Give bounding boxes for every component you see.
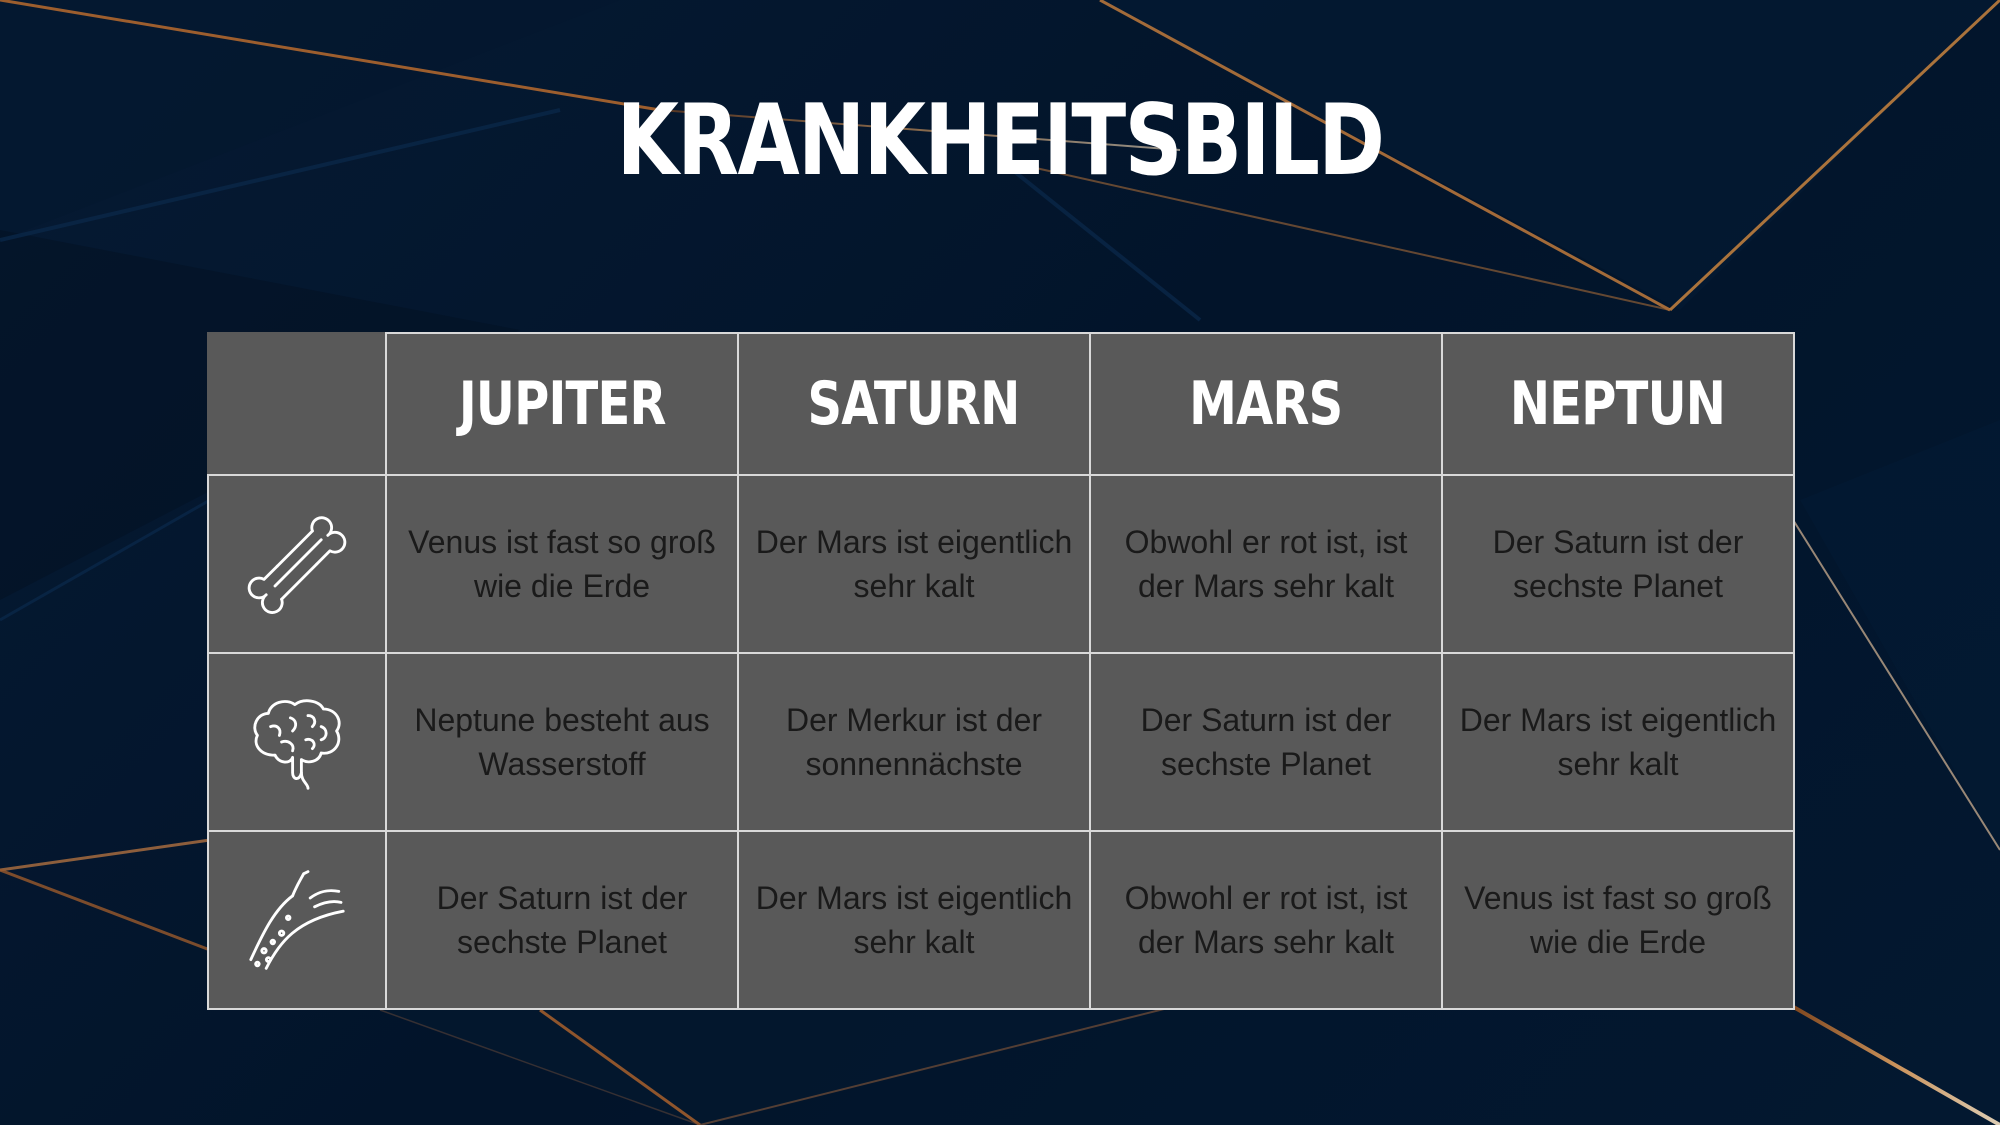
- cell-text: Obwohl er rot ist, ist der Mars sehr kal…: [1124, 524, 1408, 604]
- table-cell: Der Mars ist eigentlich sehr kalt: [1441, 652, 1795, 832]
- cell-text: Der Mars ist eigentlich sehr kalt: [1459, 702, 1777, 782]
- row-icon-cell: [207, 830, 387, 1010]
- table-cell: Der Merkur ist der sonnennächste: [737, 652, 1091, 832]
- cell-text: Der Saturn ist der sechste Planet: [1140, 702, 1392, 782]
- column-header-label: NEPTUN: [1510, 369, 1726, 439]
- table-cell: Venus ist fast so groß wie die Erde: [385, 474, 739, 654]
- slide-title: KRANKHEITSBILD: [616, 84, 1385, 198]
- table-cell: Der Saturn ist der sechste Planet: [1441, 474, 1795, 654]
- slide: KRANKHEITSBILD JUPITER SATURN MARS NEPTU…: [0, 0, 2000, 1125]
- table-cell: Obwohl er rot ist, ist der Mars sehr kal…: [1089, 474, 1443, 654]
- column-header-saturn: SATURN: [737, 332, 1091, 476]
- table-cell: Venus ist fast so groß wie die Erde: [1441, 830, 1795, 1010]
- table-cell: Obwohl er rot ist, ist der Mars sehr kal…: [1089, 830, 1443, 1010]
- cell-text: Venus ist fast so groß wie die Erde: [408, 524, 716, 604]
- column-header-label: JUPITER: [458, 369, 667, 439]
- table-header-row: JUPITER SATURN MARS NEPTUN: [207, 332, 1795, 476]
- row-icon-cell: [207, 652, 387, 832]
- cell-text: Neptune besteht aus Wasserstoff: [414, 702, 710, 782]
- table-cell: Der Saturn ist der sechste Planet: [1089, 652, 1443, 832]
- comparison-table: JUPITER SATURN MARS NEPTUN Venus ist fas…: [207, 332, 1795, 1010]
- table-cell: Neptune besteht aus Wasserstoff: [385, 652, 739, 832]
- table-corner-cell: [207, 332, 387, 476]
- brain-icon: [209, 687, 385, 797]
- column-header-label: MARS: [1189, 369, 1343, 439]
- cell-text: Der Mars ist eigentlich sehr kalt: [755, 880, 1073, 960]
- column-header-jupiter: JUPITER: [385, 332, 739, 476]
- column-header-label: SATURN: [807, 369, 1021, 439]
- row-icon-cell: [207, 474, 387, 654]
- table-cell: Der Mars ist eigentlich sehr kalt: [737, 830, 1091, 1010]
- cell-text: Venus ist fast so groß wie die Erde: [1464, 880, 1772, 960]
- table-row: Neptune besteht aus Wasserstoff Der Merk…: [207, 652, 1795, 832]
- table-cell: Der Saturn ist der sechste Planet: [385, 830, 739, 1010]
- table-row: Venus ist fast so groß wie die Erde Der …: [207, 474, 1795, 654]
- table-row: Der Saturn ist der sechste Planet Der Ma…: [207, 830, 1795, 1010]
- cell-text: Der Merkur ist der sonnennächste: [785, 702, 1043, 782]
- column-header-mars: MARS: [1089, 332, 1443, 476]
- cell-text: Obwohl er rot ist, ist der Mars sehr kal…: [1124, 880, 1408, 960]
- bone-icon: [209, 509, 385, 619]
- table-cell: Der Mars ist eigentlich sehr kalt: [737, 474, 1091, 654]
- cell-text: Der Saturn ist der sechste Planet: [436, 880, 688, 960]
- cell-text: Der Saturn ist der sechste Planet: [1492, 524, 1744, 604]
- column-header-neptun: NEPTUN: [1441, 332, 1795, 476]
- artery-icon: [209, 865, 385, 975]
- cell-text: Der Mars ist eigentlich sehr kalt: [755, 524, 1073, 604]
